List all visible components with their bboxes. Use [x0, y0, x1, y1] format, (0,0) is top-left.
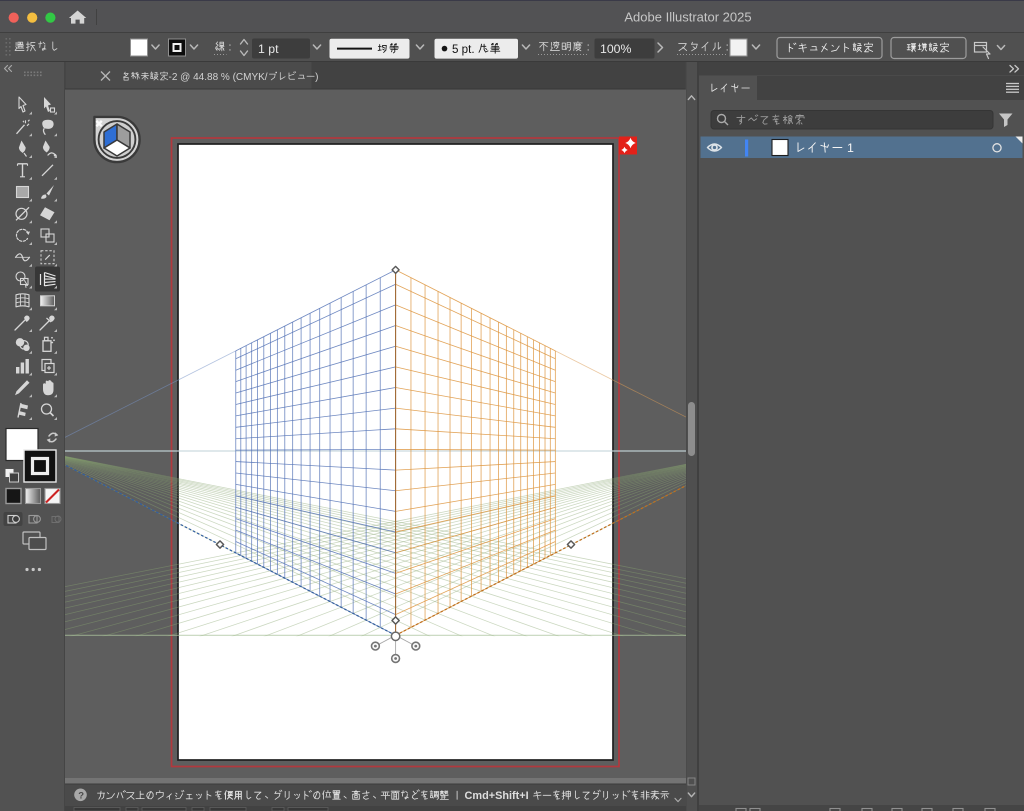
svg-text:5 pt.: 5 pt. — [452, 43, 478, 56]
svg-text:1 pt: 1 pt — [258, 42, 279, 56]
svg-text:1: 1 — [844, 141, 854, 155]
svg-text::: : — [587, 42, 590, 54]
svg-text:): ) — [315, 72, 318, 83]
svg-text:-2 @ 44.88 % (CMYK/: -2 @ 44.88 % (CMYK/ — [169, 72, 268, 83]
svg-text:?: ? — [78, 791, 84, 802]
svg-text:100%: 100% — [600, 42, 632, 56]
svg-text:Adobe Illustrator 2025: Adobe Illustrator 2025 — [624, 10, 751, 25]
svg-text:Cmd+Shift+I: Cmd+Shift+I — [462, 790, 532, 802]
svg-text::: : — [228, 42, 231, 54]
svg-text::: : — [726, 42, 729, 54]
